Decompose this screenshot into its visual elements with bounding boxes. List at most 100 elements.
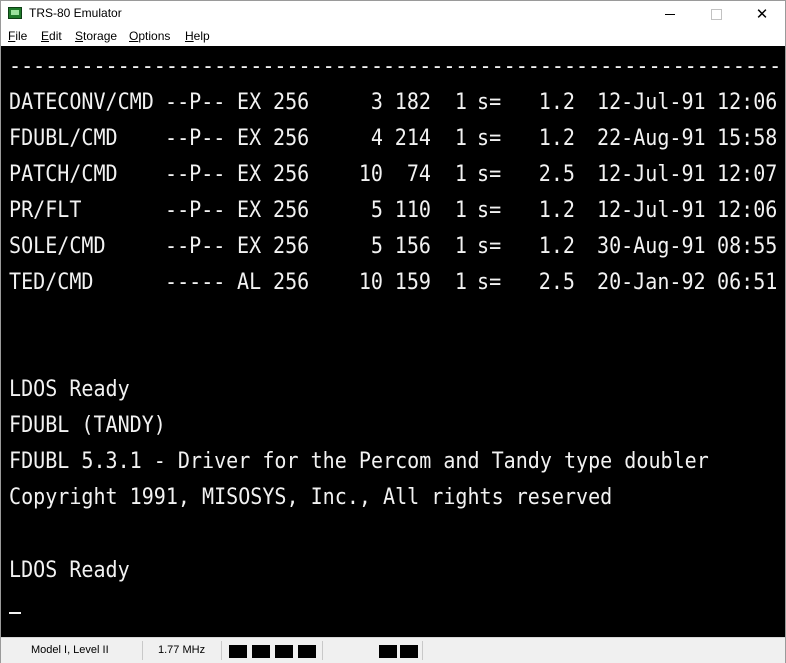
dir-ver: 1.2 (538, 233, 575, 259)
dir-d: s= (477, 161, 502, 187)
dir-name: SOLE/CMD (9, 233, 106, 259)
dir-name: PR/FLT (9, 197, 82, 223)
rule-line: ----------------------------------------… (9, 53, 782, 79)
dir-d: s= (477, 89, 502, 115)
menu-options[interactable]: Options (129, 29, 170, 43)
dir-d: s= (477, 197, 502, 223)
dir-time: 12:06 (717, 89, 778, 115)
dir-c: 1 (454, 161, 467, 187)
dir-b: 159 (394, 269, 431, 295)
directory-row: FDUBL/CMD --P-- EX 256 4 214 1 s= 1.2 22-Aug-91 15… (1, 120, 785, 156)
dir-type: EX (237, 197, 262, 223)
dir-date: 12-Jul-91 (597, 197, 706, 223)
model-status: Model I, Level II (31, 644, 109, 656)
dir-b: 110 (394, 197, 431, 223)
dir-b: 74 (406, 161, 431, 187)
dir-name: TED/CMD (9, 269, 94, 295)
menu-edit-mnemonic: E (41, 29, 50, 43)
cassette-indicator (379, 645, 397, 658)
dir-ver: 2.5 (538, 161, 575, 187)
fdubl-command-line: FDUBL (TANDY) (9, 412, 166, 438)
dir-d: s= (477, 125, 502, 151)
dir-date: 30-Aug-91 (597, 233, 706, 259)
dir-date: 12-Jul-91 (597, 161, 706, 187)
menu-help-mnemonic: H (185, 29, 194, 43)
close-icon: ✕ (755, 6, 769, 23)
dir-lrl: 256 (273, 233, 310, 259)
dir-ver: 1.2 (538, 125, 575, 151)
menu-edit[interactable]: Edit (41, 29, 62, 43)
dir-c: 1 (454, 125, 467, 151)
clock-speed-status: 1.77 MHz (158, 644, 206, 656)
menu-storage-rest: torage (83, 29, 118, 43)
dir-a: 10 (358, 161, 383, 187)
dir-attr: --P-- (165, 161, 226, 187)
menu-file[interactable]: File (8, 29, 27, 43)
dir-lrl: 256 (273, 161, 310, 187)
minimize-icon (665, 13, 675, 15)
dir-b: 156 (394, 233, 431, 259)
drive-0-indicator (229, 645, 247, 658)
menu-help[interactable]: Help (185, 29, 210, 43)
dir-ver: 1.2 (538, 89, 575, 115)
fdubl-banner-line: FDUBL 5.3.1 - Driver for the Percom and … (9, 448, 709, 474)
dir-d: s= (477, 233, 502, 259)
ldos-ready-line: LDOS Ready (9, 376, 130, 402)
title-bar[interactable]: TRS-80 Emulator ✕ (1, 1, 785, 27)
menu-storage-mnemonic: S (75, 29, 84, 43)
dir-ver: 1.2 (538, 197, 575, 223)
dir-name: DATECONV/CMD (9, 89, 154, 115)
dir-a: 5 (370, 233, 383, 259)
dir-time: 15:58 (717, 125, 778, 151)
dir-a: 4 (370, 125, 383, 151)
directory-row: TED/CMD ----- AL 256 10 159 1 s= 2.5 20-Jan-92 06:… (1, 264, 785, 300)
dir-type: EX (237, 161, 262, 187)
drive-2-indicator (275, 645, 293, 658)
dir-c: 1 (454, 269, 467, 295)
directory-row: DATECONV/CMD --P-- EX 256 3 182 1 s= 1.2 12-Jul-9… (1, 84, 785, 120)
trs80-screen[interactable]: ----------------------------------------… (1, 46, 785, 637)
directory-row: SOLE/CMD --P-- EX 256 5 156 1 s= 1.2 30-Aug-91 08:… (1, 228, 785, 264)
dir-c: 1 (454, 233, 467, 259)
dir-type: EX (237, 89, 262, 115)
menu-options-rest: ptions (138, 29, 171, 43)
dir-date: 12-Jul-91 (597, 89, 706, 115)
dir-lrl: 256 (273, 197, 310, 223)
dir-b: 214 (394, 125, 431, 151)
drive-1-indicator (252, 645, 270, 658)
directory-row: PATCH/CMD --P-- EX 256 10 74 1 s= 2.5 12-Jul-91 12… (1, 156, 785, 192)
menu-bar: File Edit Storage Options Help (1, 27, 785, 46)
dir-d: s= (477, 269, 502, 295)
dir-a: 10 (358, 269, 383, 295)
dir-lrl: 256 (273, 125, 310, 151)
close-button[interactable]: ✕ (739, 1, 785, 27)
dir-name: FDUBL/CMD (9, 125, 118, 151)
window-title: TRS-80 Emulator (29, 6, 122, 20)
status-divider (422, 641, 423, 660)
drive-3-indicator (298, 645, 316, 658)
dir-lrl: 256 (273, 89, 310, 115)
directory-row: PR/FLT --P-- EX 256 5 110 1 s= 1.2 12-Jul-91 12:06 (1, 192, 785, 228)
dir-date: 22-Aug-91 (597, 125, 706, 151)
printer-indicator (400, 645, 418, 658)
dir-time: 12:07 (717, 161, 778, 187)
minimize-button[interactable] (647, 1, 693, 27)
menu-file-rest: ile (15, 29, 28, 43)
maximize-button[interactable] (693, 1, 739, 27)
menu-edit-rest: dit (49, 29, 62, 43)
dir-time: 08:55 (717, 233, 778, 259)
maximize-icon (710, 8, 722, 20)
menu-storage[interactable]: Storage (75, 29, 117, 43)
text-cursor (9, 612, 21, 614)
trs80-app-icon[interactable] (8, 7, 22, 19)
status-bar: Model I, Level II 1.77 MHz (1, 637, 785, 663)
dir-lrl: 256 (273, 269, 310, 295)
status-divider (142, 641, 143, 660)
dir-attr: --P-- (165, 197, 226, 223)
dir-b: 182 (394, 89, 431, 115)
dir-attr: ----- (165, 269, 226, 295)
copyright-line: Copyright 1991, MISOSYS, Inc., All right… (9, 484, 613, 510)
dir-name: PATCH/CMD (9, 161, 118, 187)
dir-date: 20-Jan-92 (597, 269, 706, 295)
dir-type: AL (237, 269, 262, 295)
